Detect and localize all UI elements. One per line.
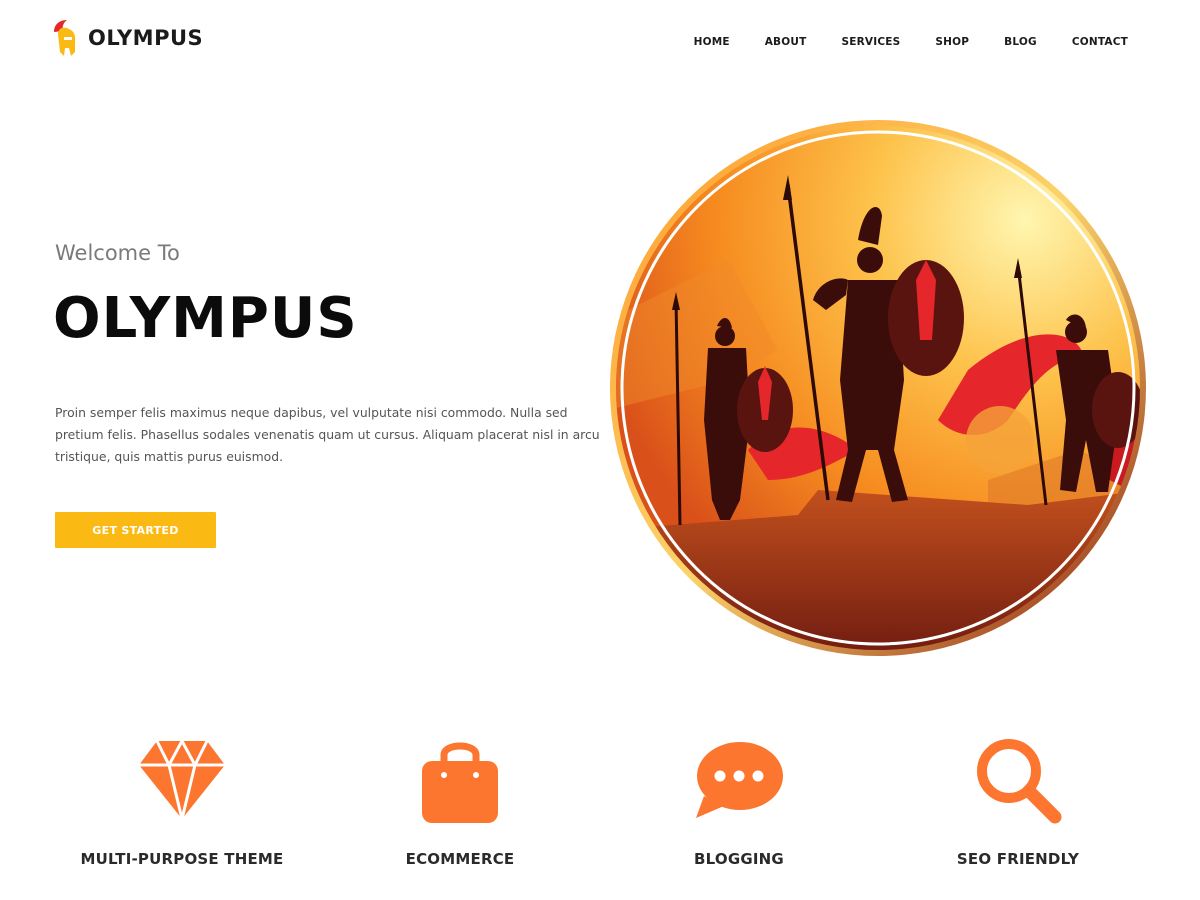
hero-subtitle: Welcome To xyxy=(55,241,180,265)
hero-title: OLYMPUS xyxy=(53,286,358,351)
nav-home[interactable]: HOME xyxy=(694,36,730,48)
nav-services[interactable]: SERVICES xyxy=(841,36,900,48)
shopping-bag-icon xyxy=(422,742,498,823)
feature-label: ECOMMERCE xyxy=(405,850,515,868)
hero-description: Proin semper felis maximus neque dapibus… xyxy=(55,405,600,464)
feature-blogging[interactable]: BLOGGING xyxy=(609,730,869,868)
diamond-icon xyxy=(139,739,225,820)
brand-name: OLYMPUS xyxy=(88,26,204,50)
nav-blog[interactable]: BLOG xyxy=(1004,36,1037,48)
hero-illustration xyxy=(608,120,1148,660)
chat-bubble-icon xyxy=(696,742,783,818)
feature-ecommerce[interactable]: ECOMMERCE xyxy=(330,730,590,868)
features-section: MULTI-PURPOSE THEME ECOMMERCE BLOGGING S… xyxy=(0,730,1200,880)
spartan-helmet-icon xyxy=(54,20,76,56)
nav-contact[interactable]: CONTACT xyxy=(1072,36,1128,48)
nav-about[interactable]: ABOUT xyxy=(765,36,807,48)
feature-seo-friendly[interactable]: SEO FRIENDLY xyxy=(888,730,1148,868)
site-logo[interactable]: OLYMPUS xyxy=(52,18,203,58)
feature-label: SEO FRIENDLY xyxy=(956,850,1080,868)
get-started-button[interactable]: GET STARTED xyxy=(55,512,216,548)
feature-label: BLOGGING xyxy=(694,850,784,868)
site-header: OLYMPUS HOME ABOUT SERVICES SHOP BLOG CO… xyxy=(0,0,1200,86)
search-icon xyxy=(977,739,1062,824)
main-nav: HOME ABOUT SERVICES SHOP BLOG CONTACT xyxy=(659,36,1128,48)
nav-shop[interactable]: SHOP xyxy=(935,36,969,48)
feature-label: MULTI-PURPOSE THEME xyxy=(80,850,284,868)
feature-multi-purpose[interactable]: MULTI-PURPOSE THEME xyxy=(52,730,312,868)
